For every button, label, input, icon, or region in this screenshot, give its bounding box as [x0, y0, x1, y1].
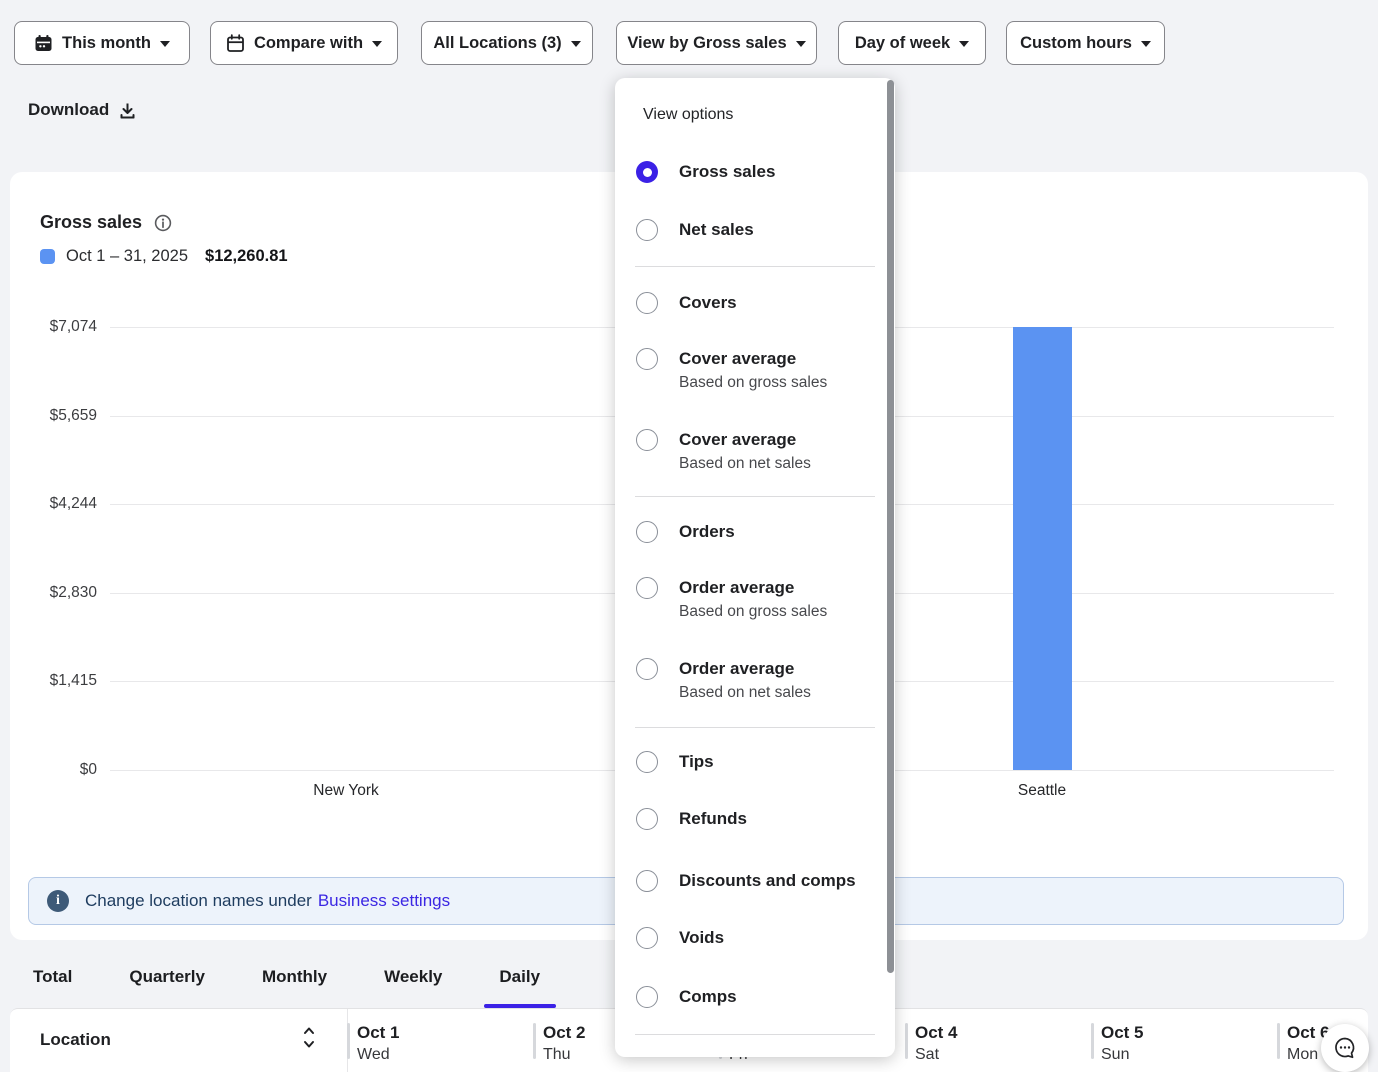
tab-total[interactable]: Total	[33, 957, 72, 1008]
column-separator	[533, 1023, 536, 1059]
menu-item-label[interactable]: Orders	[679, 519, 735, 545]
filter-label: View by Gross sales	[627, 34, 786, 53]
sales-bar[interactable]	[1013, 327, 1072, 770]
menu-item-label[interactable]: Cover average	[679, 427, 796, 453]
column-separator	[905, 1023, 908, 1059]
y-axis-tick-label: $5,659	[20, 407, 97, 425]
column-header-day: Mon	[1287, 1046, 1318, 1064]
x-axis-category-label: Seattle	[1018, 782, 1066, 800]
business-settings-link[interactable]: Business settings	[318, 891, 450, 911]
menu-item-sublabel: Based on gross sales	[679, 372, 827, 394]
granularity-tabs: Total Quarterly Monthly Weekly Daily	[33, 957, 540, 1008]
chevron-down-icon	[372, 41, 382, 47]
filter-label: All Locations (3)	[433, 34, 561, 53]
column-header-day: Sun	[1101, 1046, 1129, 1064]
column-header-date: Oct 4	[915, 1023, 958, 1043]
menu-item-label[interactable]: Voids	[679, 925, 724, 951]
column-header-date: Oct 2	[543, 1023, 586, 1043]
tab-daily[interactable]: Daily	[499, 957, 540, 1008]
column-header-day: Wed	[357, 1046, 390, 1064]
chevron-down-icon	[1141, 41, 1151, 47]
calendar-icon	[226, 34, 245, 53]
filter-label: Custom hours	[1020, 34, 1132, 53]
filter-button-custom-hours[interactable]: Custom hours	[1006, 21, 1165, 65]
scrollbar-thumb[interactable]	[887, 80, 894, 973]
column-separator	[347, 1023, 350, 1059]
y-axis-tick-label: $2,830	[20, 584, 97, 602]
filter-label: Day of week	[855, 34, 950, 53]
filter-label: This month	[62, 34, 151, 53]
column-separator	[1277, 1023, 1280, 1059]
radio-option[interactable]	[636, 219, 658, 241]
filter-button-compare-with[interactable]: Compare with	[210, 21, 398, 65]
radio-option[interactable]	[636, 658, 658, 680]
menu-divider	[635, 1034, 875, 1035]
column-separator	[1091, 1023, 1094, 1059]
info-icon: i	[47, 890, 69, 912]
filter-label: Compare with	[254, 34, 363, 53]
column-header-day: Sat	[915, 1046, 939, 1064]
chevron-down-icon	[796, 41, 806, 47]
menu-item-label[interactable]: Order average	[679, 575, 794, 601]
menu-item-sublabel: Based on net sales	[679, 453, 811, 475]
menu-item-sublabel: Based on gross sales	[679, 601, 827, 623]
radio-option[interactable]	[636, 751, 658, 773]
tab-monthly[interactable]: Monthly	[262, 957, 327, 1008]
menu-divider	[635, 727, 875, 728]
radio-option[interactable]	[636, 870, 658, 892]
radio-option[interactable]	[636, 348, 658, 370]
download-button[interactable]: Download	[28, 100, 137, 120]
chat-button[interactable]	[1321, 1024, 1369, 1072]
x-axis-category-label: New York	[313, 782, 378, 800]
radio-option[interactable]	[636, 927, 658, 949]
menu-item-label[interactable]: Comps	[679, 984, 737, 1010]
radio-option[interactable]	[636, 161, 658, 183]
y-axis-tick-label: $4,244	[20, 495, 97, 513]
menu-item-label[interactable]: Discounts and comps	[679, 868, 856, 894]
radio-option[interactable]	[636, 292, 658, 314]
menu-item-label[interactable]: Net sales	[679, 217, 754, 243]
menu-item-label[interactable]: Refunds	[679, 806, 747, 832]
radio-option[interactable]	[636, 577, 658, 599]
menu-item-label[interactable]: Cover average	[679, 346, 796, 372]
download-label: Download	[28, 100, 109, 120]
filter-button-this-month[interactable]: This month	[14, 21, 190, 65]
download-icon	[118, 101, 137, 120]
menu-item-label[interactable]: Tips	[679, 749, 714, 775]
filter-button-all-locations-3[interactable]: All Locations (3)	[421, 21, 593, 65]
calendar-dots-icon	[34, 34, 53, 53]
sort-icon[interactable]	[302, 1025, 316, 1051]
y-axis-tick-label: $0	[20, 761, 97, 779]
chevron-down-icon	[571, 41, 581, 47]
radio-option[interactable]	[636, 986, 658, 1008]
menu-divider	[635, 266, 875, 267]
tab-weekly[interactable]: Weekly	[384, 957, 442, 1008]
column-header-day: Thu	[543, 1046, 571, 1064]
column-header-date: Oct 5	[1101, 1023, 1144, 1043]
menu-item-label[interactable]: Gross sales	[679, 159, 775, 185]
y-axis-tick-label: $7,074	[20, 318, 97, 336]
menu-item-label[interactable]: Order average	[679, 656, 794, 682]
chevron-down-icon	[160, 41, 170, 47]
radio-option[interactable]	[636, 521, 658, 543]
menu-item-sublabel: Based on net sales	[679, 682, 811, 704]
column-header-date: Oct 1	[357, 1023, 400, 1043]
menu-item-label[interactable]: Covers	[679, 290, 737, 316]
view-options-menu: View options Gross sales Net sales Covers C…	[615, 78, 895, 1057]
tab-quarterly[interactable]: Quarterly	[129, 957, 205, 1008]
filter-button-day-of-week[interactable]: Day of week	[838, 21, 986, 65]
y-axis-tick-label: $1,415	[20, 672, 97, 690]
location-column-header: Location	[40, 1030, 111, 1050]
chat-icon	[1332, 1035, 1358, 1061]
page: This month Compare with All Locations (3) V…	[0, 0, 1378, 1072]
radio-option[interactable]	[636, 808, 658, 830]
radio-option[interactable]	[636, 429, 658, 451]
filter-button-view-by-gross-sales[interactable]: View by Gross sales	[616, 21, 817, 65]
menu-header: View options	[643, 106, 733, 124]
banner-text: Change location names under	[85, 891, 312, 911]
chevron-down-icon	[959, 41, 969, 47]
menu-divider	[635, 496, 875, 497]
